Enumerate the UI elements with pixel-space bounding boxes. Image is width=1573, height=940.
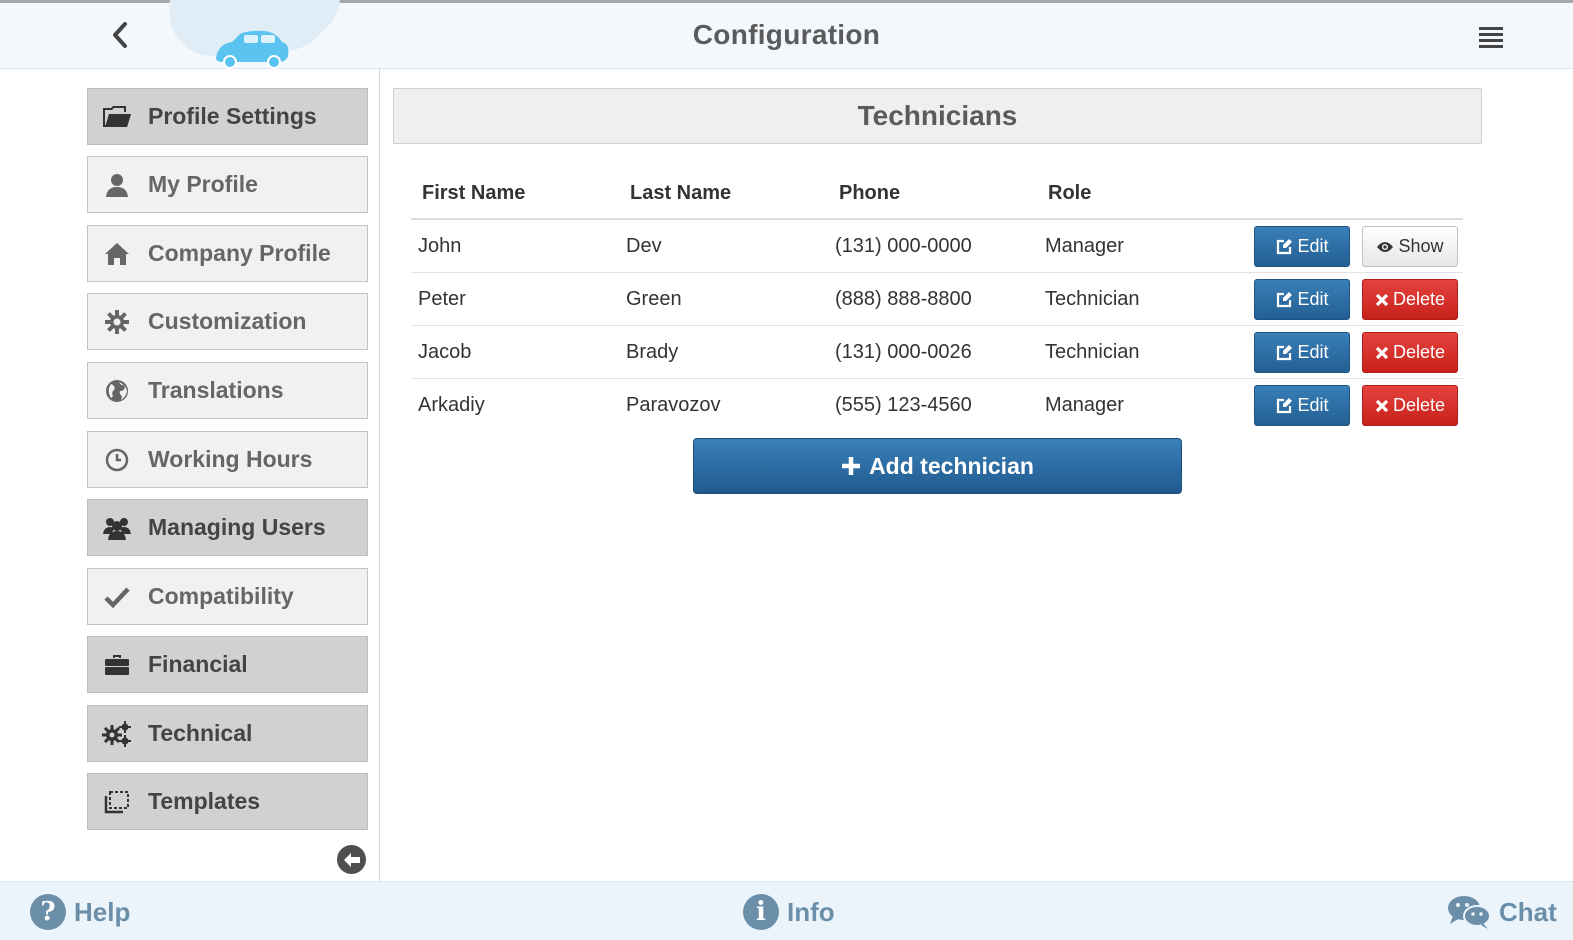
cell-last-name: Green [626,288,682,310]
users-icon [90,500,144,555]
sidebar-item-managing-users[interactable]: Managing Users [87,499,368,556]
sidebar-item-financial[interactable]: Financial [87,636,368,693]
edit-icon [1277,291,1293,307]
bottom-bar: ? Help i Info Chat [0,881,1573,940]
info-icon: i [743,894,779,930]
info-button[interactable]: i Info [743,892,835,932]
delete-button[interactable]: Delete [1362,279,1458,320]
globe-icon [90,363,144,418]
edit-button[interactable]: Edit [1254,332,1350,373]
top-bar: Configuration [0,0,1573,69]
edit-icon [1277,344,1293,360]
column-header-last-name: Last Name [630,182,732,204]
user-icon [90,157,144,212]
cell-phone: (131) 000-0000 [835,235,972,257]
delete-button[interactable]: Delete [1362,332,1458,373]
column-header-phone: Phone [839,182,901,204]
cell-first-name: John [418,235,462,257]
help-button[interactable]: ? Help [30,892,130,932]
close-icon [1375,399,1389,412]
table-header-divider [411,218,1463,220]
sidebar-item-translations[interactable]: Translations [87,362,368,419]
delete-button[interactable]: Delete [1362,385,1458,426]
template-icon [90,774,144,829]
cell-last-name: Brady [626,341,679,363]
add-technician-button[interactable]: Add technician [693,438,1182,494]
gears-icon [90,706,144,761]
sidebar-item-templates[interactable]: Templates [87,773,368,830]
column-header-role: Role [1048,182,1092,204]
sidebar-item-compatibility[interactable]: Compatibility [87,568,368,625]
gear-icon [90,294,144,349]
briefcase-icon [90,637,144,692]
hamburger-menu-icon [1479,27,1503,48]
check-icon [90,569,144,624]
page-title: Configuration [692,19,881,50]
arrow-left-circle-icon [343,852,360,867]
cell-role: Technician [1045,341,1140,363]
sidebar-item-company-profile[interactable]: Company Profile [87,225,368,282]
sidebar: Profile Settings My Profile Company Prof… [0,69,380,881]
cell-phone: (555) 123-4560 [835,394,972,416]
cell-first-name: Jacob [418,341,472,363]
cell-last-name: Dev [626,235,662,257]
sidebar-item-my-profile[interactable]: My Profile [87,156,368,213]
cell-phone: (888) 888-8800 [835,288,972,310]
sidebar-item-profile-settings[interactable]: Profile Settings [87,88,368,145]
chat-button[interactable]: Chat [1447,892,1557,932]
close-icon [1375,346,1389,359]
row-divider [411,378,1463,379]
row-divider [411,272,1463,273]
sidebar-item-customization[interactable]: Customization [87,293,368,350]
cell-role: Manager [1045,394,1124,416]
edit-icon [1277,238,1293,254]
row-divider [411,325,1463,326]
column-header-first-name: First Name [422,182,526,204]
clock-icon [90,432,144,487]
cell-last-name: Paravozov [626,394,721,416]
cell-first-name: Peter [418,288,466,310]
home-icon [90,226,144,281]
section-title: Technicians [393,88,1482,144]
cell-phone: (131) 000-0026 [835,341,972,363]
folder-open-icon [90,89,144,144]
edit-button[interactable]: Edit [1254,226,1350,267]
edit-button[interactable]: Edit [1254,385,1350,426]
show-button[interactable]: Show [1362,226,1458,267]
cell-role: Manager [1045,235,1124,257]
sidebar-item-technical[interactable]: Technical [87,705,368,762]
plus-icon [842,457,861,475]
eye-icon [1377,241,1394,252]
close-icon [1375,293,1389,306]
question-icon: ? [30,894,66,930]
chat-icon [1448,896,1491,929]
collapse-sidebar-button[interactable] [337,845,366,874]
edit-icon [1277,397,1293,413]
cell-role: Technician [1045,288,1140,310]
sidebar-item-working-hours[interactable]: Working Hours [87,431,368,488]
menu-button[interactable] [1476,25,1506,51]
edit-button[interactable]: Edit [1254,279,1350,320]
cell-first-name: Arkadiy [418,394,485,416]
